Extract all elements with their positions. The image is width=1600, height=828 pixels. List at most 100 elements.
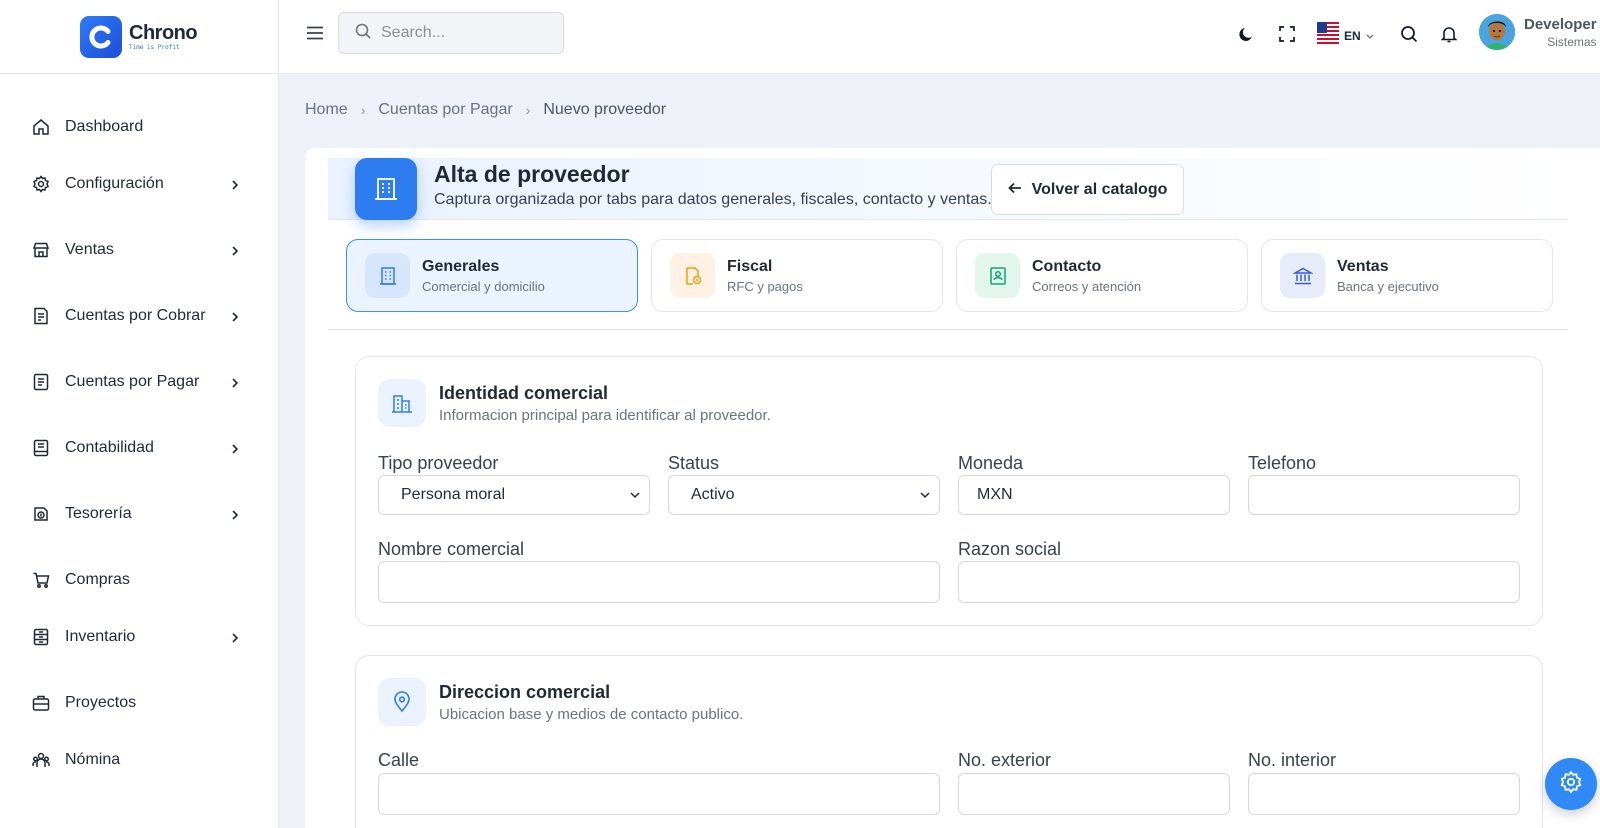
- topbar: EN Developer Sistemas: [279, 0, 1600, 74]
- sidebar-item-contabilidad[interactable]: Contabilidad: [0, 428, 279, 468]
- direccion-comercial-section: Direccion comercial Ubicacion base y med…: [355, 655, 1543, 828]
- no-interior-input[interactable]: [1248, 773, 1520, 815]
- inventory-icon: [32, 628, 50, 646]
- cart-icon: [32, 571, 50, 589]
- tipo-proveedor-select[interactable]: Persona moral: [378, 475, 650, 515]
- section-subtitle: Ubicacion base y medios de contacto publ…: [439, 706, 744, 723]
- location-pin-icon: [378, 678, 426, 726]
- bell-icon[interactable]: [1439, 24, 1459, 44]
- tab-title: Ventas: [1337, 258, 1389, 275]
- sidebar-item-dashboard[interactable]: Dashboard: [0, 107, 279, 147]
- no-exterior-input[interactable]: [958, 773, 1230, 815]
- sidebar-item-label: Cuentas por Pagar: [65, 373, 200, 390]
- app-name: Chrono: [129, 22, 198, 44]
- language-code: EN: [1344, 28, 1361, 43]
- identidad-comercial-section: Identidad comercial Informacion principa…: [355, 356, 1543, 626]
- people-icon: [32, 751, 50, 769]
- nombre-comercial-input[interactable]: [378, 561, 940, 603]
- coins-icon: [32, 505, 50, 523]
- tipo-proveedor-label: Tipo proveedor: [378, 453, 499, 473]
- logo[interactable]: Chrono Time is Profit: [0, 0, 278, 74]
- page-title: Alta de proveedor: [434, 161, 630, 187]
- home-icon: [32, 118, 50, 136]
- document-icon: [32, 373, 50, 391]
- bank-icon: [1280, 253, 1325, 298]
- breadcrumb-home[interactable]: Home: [305, 101, 348, 119]
- chevron-right-icon: [231, 178, 239, 196]
- building-icon: [365, 253, 410, 298]
- chevron-right-icon: [231, 244, 239, 262]
- gear-icon: [32, 175, 50, 193]
- telefono-input[interactable]: [1248, 475, 1520, 515]
- section-subtitle: Informacion principal para identificar a…: [439, 407, 771, 424]
- sidebar-item-inventario[interactable]: Inventario: [0, 617, 279, 657]
- breadcrumb-current: Nuevo proveedor: [543, 101, 667, 118]
- search-icon[interactable]: [1399, 24, 1419, 44]
- tab-subtitle: Comercial y domicilio: [422, 279, 545, 294]
- chevron-down-icon: [630, 492, 640, 499]
- settings-fab-button[interactable]: [1545, 758, 1597, 810]
- store-icon: [32, 241, 50, 259]
- status-label: Status: [668, 453, 720, 473]
- chevron-down-icon: [1366, 27, 1374, 45]
- sidebar-item-ventas[interactable]: Ventas: [0, 230, 279, 270]
- tab-fiscal[interactable]: Fiscal RFC y pagos: [651, 239, 943, 312]
- sidebar-item-compras[interactable]: Compras: [0, 560, 279, 600]
- gear-icon: [1559, 769, 1583, 799]
- language-selector[interactable]: EN: [1317, 22, 1374, 49]
- ledger-icon: [32, 439, 50, 457]
- no-exterior-label: No. exterior: [958, 750, 1052, 770]
- user-menu[interactable]: Developer Sistemas: [1479, 14, 1597, 50]
- no-interior-label: No. interior: [1248, 750, 1337, 770]
- tab-title: Fiscal: [727, 258, 773, 275]
- search-box[interactable]: [338, 12, 564, 54]
- office-building-icon: [378, 379, 426, 427]
- status-select[interactable]: Activo: [668, 475, 940, 515]
- fullscreen-icon[interactable]: [1277, 24, 1297, 44]
- sidebar-item-tesoreria[interactable]: Tesorería: [0, 494, 279, 534]
- user-name: Developer: [1524, 15, 1597, 33]
- breadcrumb-separator-icon: ›: [360, 102, 366, 118]
- menu-icon[interactable]: [306, 24, 326, 44]
- sidebar-item-proyectos[interactable]: Proyectos: [0, 683, 279, 723]
- moneda-label: Moneda: [958, 453, 1024, 473]
- briefcase-icon: [32, 694, 50, 712]
- sidebar-item-nomina[interactable]: Nómina: [0, 740, 279, 780]
- back-to-catalog-button[interactable]: Volver al catalogo: [991, 164, 1184, 215]
- page-subtitle: Captura organizada por tabs para datos g…: [434, 191, 992, 208]
- tab-ventas[interactable]: Ventas Banca y ejecutivo: [1261, 239, 1553, 312]
- sidebar-item-label: Contabilidad: [65, 439, 154, 456]
- building-icon: [355, 158, 417, 220]
- razon-social-input[interactable]: [958, 561, 1520, 603]
- contact-book-icon: [975, 253, 1020, 298]
- tab-generales[interactable]: Generales Comercial y domicilio: [346, 239, 638, 312]
- sidebar-item-cuentas-por-pagar[interactable]: Cuentas por Pagar: [0, 362, 279, 402]
- breadcrumb-parent[interactable]: Cuentas por Pagar: [378, 101, 512, 119]
- us-flag-icon: [1317, 22, 1339, 49]
- arrow-left-icon: [1007, 181, 1032, 199]
- section-title: Direccion comercial: [439, 682, 611, 702]
- dark-mode-moon-icon[interactable]: [1237, 24, 1257, 44]
- telefono-label: Telefono: [1248, 453, 1317, 473]
- search-input[interactable]: [381, 24, 551, 42]
- sidebar-item-label: Configuración: [65, 175, 164, 192]
- calle-input[interactable]: [378, 773, 940, 815]
- calle-label: Calle: [378, 750, 420, 770]
- chevron-right-icon: [231, 376, 239, 394]
- avatar: [1479, 14, 1515, 50]
- breadcrumb: Home › Cuentas por Pagar › Nuevo proveed…: [305, 101, 666, 119]
- sidebar-item-cuentas-por-cobrar[interactable]: Cuentas por Cobrar: [0, 296, 279, 336]
- sidebar-item-label: Proyectos: [65, 694, 137, 711]
- main-card: Alta de proveedor Captura organizada por…: [305, 148, 1600, 828]
- tab-title: Contacto: [1032, 258, 1102, 275]
- sidebar-item-label: Nómina: [65, 751, 121, 768]
- sidebar-item-configuracion[interactable]: Configuración: [0, 164, 279, 204]
- moneda-input[interactable]: MXN: [958, 475, 1230, 515]
- tab-title: Generales: [422, 258, 500, 275]
- logo-mark-icon: [80, 15, 122, 58]
- tab-contacto[interactable]: Contacto Correos y atención: [956, 239, 1248, 312]
- chevron-right-icon: [231, 508, 239, 526]
- tabs-divider: [328, 329, 1568, 330]
- tab-subtitle: Banca y ejecutivo: [1337, 279, 1439, 294]
- sidebar: Chrono Time is Profit Dashboard Configur…: [0, 0, 279, 828]
